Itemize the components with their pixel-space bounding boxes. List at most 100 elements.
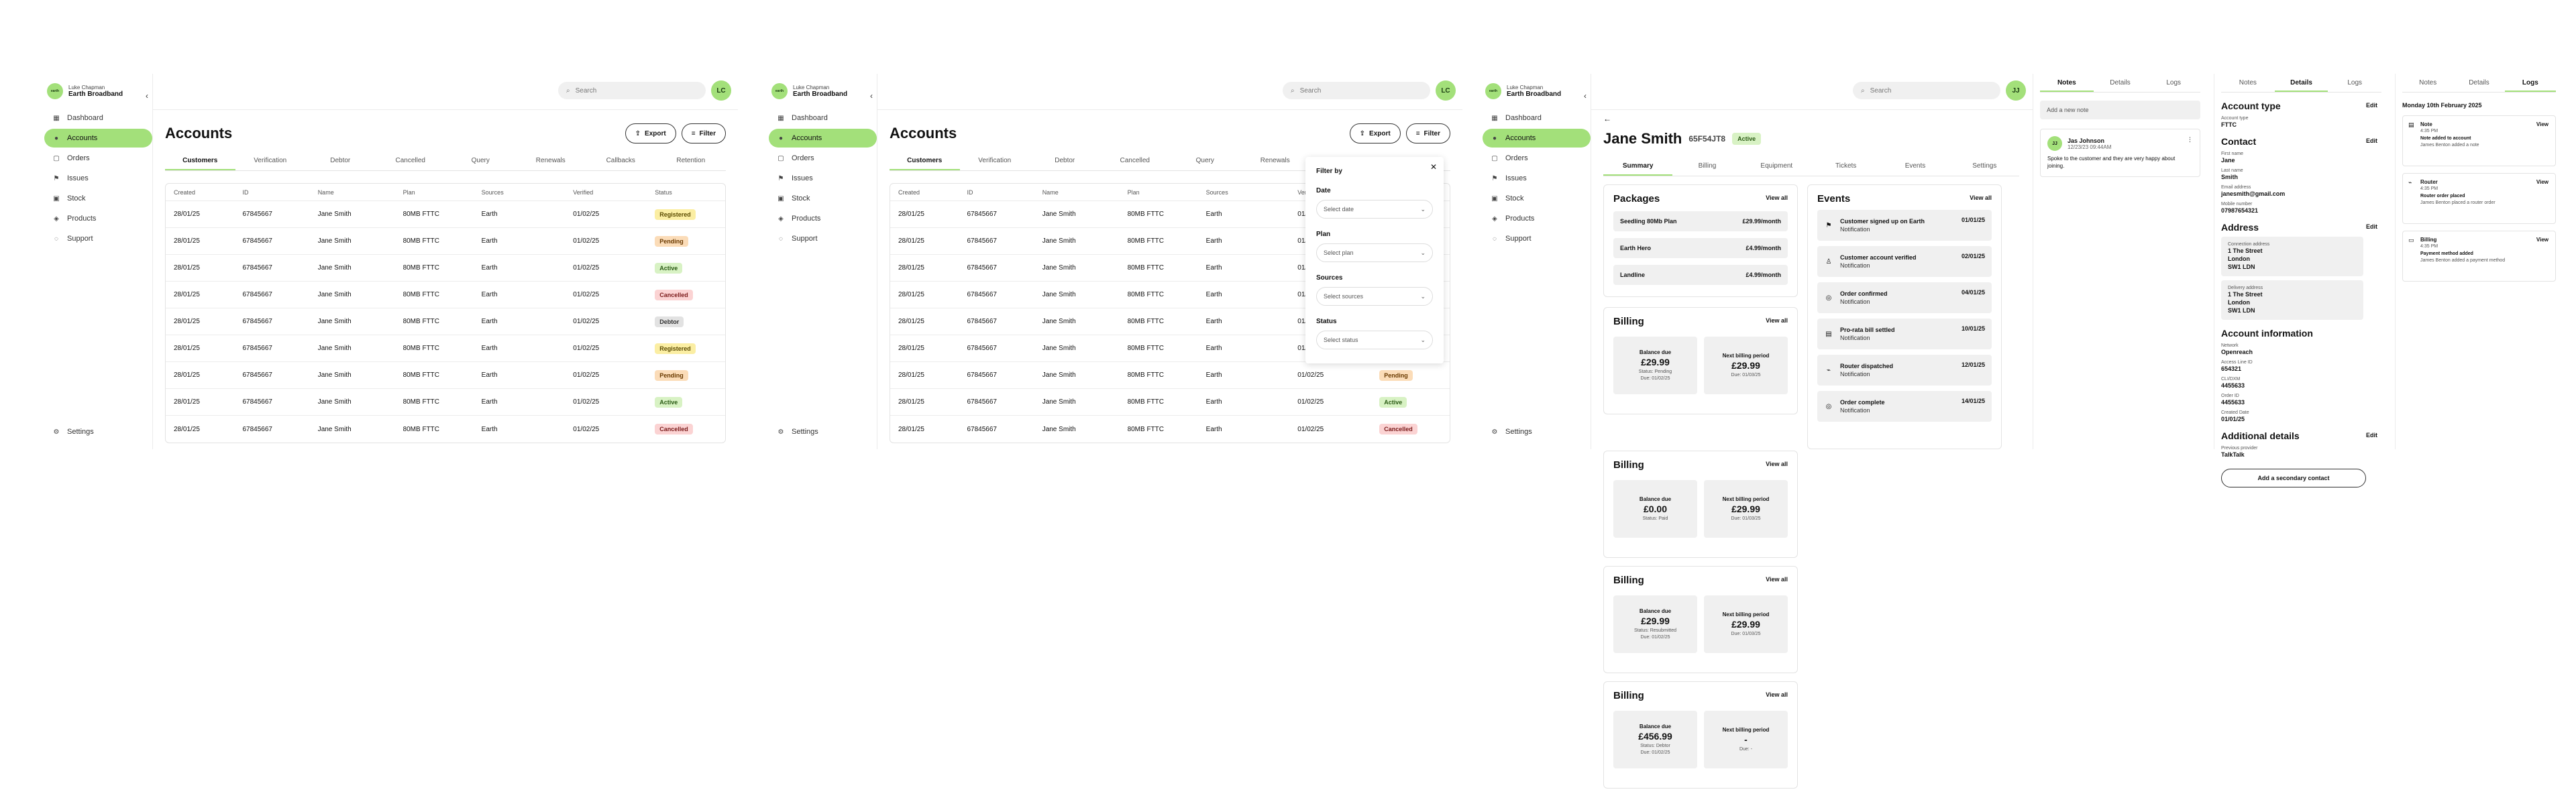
table-row[interactable]: 28/01/25 67845667 Jane Smith 80MB FTTC Earth… — [166, 416, 725, 443]
nav-item-issues[interactable]: ⚑ Issues — [44, 169, 152, 188]
table-row[interactable]: 28/01/25 67845667 Jane Smith 80MB FTTC Earth… — [166, 228, 725, 255]
tab-equipment[interactable]: Equipment — [1742, 157, 1811, 176]
tab-settings[interactable]: Settings — [1950, 157, 2019, 176]
tab-logs[interactable]: Logs — [2504, 74, 2556, 92]
edit-button[interactable]: Edit — [2366, 102, 2377, 109]
view-all-link[interactable]: View all — [1766, 461, 1788, 467]
nav-item-stock[interactable]: ▣ Stock — [1483, 189, 1591, 208]
new-note-input[interactable]: Add a new note — [2040, 101, 2200, 119]
column-header[interactable]: Name — [318, 189, 403, 196]
table-row[interactable]: 28/01/25 67845667 Jane Smith 80MB FTTC Earth… — [166, 335, 725, 362]
tab-cancelled[interactable]: Cancelled — [376, 152, 446, 170]
filter-button[interactable]: ≡ Filter — [1405, 123, 1450, 143]
tab-query[interactable]: Query — [1170, 152, 1240, 170]
column-header[interactable]: Verified — [573, 189, 655, 196]
nav-item-orders[interactable]: ▢ Orders — [1483, 149, 1591, 168]
tab-callbacks[interactable]: Callbacks — [586, 152, 656, 170]
nav-item-support[interactable]: ◌ Support — [769, 229, 877, 248]
nav-item-products[interactable]: ◈ Products — [769, 209, 877, 228]
table-row[interactable]: 28/01/25 67845667 Jane Smith 80MB FTTC Earth… — [166, 255, 725, 282]
nav-item-accounts[interactable]: ● Accounts — [44, 129, 152, 148]
nav-item-stock[interactable]: ▣ Stock — [769, 189, 877, 208]
view-all-link[interactable]: View all — [1970, 194, 1992, 201]
tab-details[interactable]: Details — [2453, 74, 2504, 92]
search-input[interactable]: ⌕ Search — [558, 82, 706, 99]
edit-button[interactable]: Edit — [2366, 223, 2377, 230]
nav-item-support[interactable]: ◌ Support — [1483, 229, 1591, 248]
more-vertical-icon[interactable]: ⋮ — [2187, 136, 2193, 143]
export-button[interactable]: ⇪ Export — [1349, 123, 1401, 143]
nav-item-issues[interactable]: ⚑ Issues — [769, 169, 877, 188]
tab-customers[interactable]: Customers — [165, 152, 235, 170]
close-icon[interactable]: ✕ — [1430, 162, 1437, 172]
tab-notes[interactable]: Notes — [2221, 74, 2275, 92]
view-all-link[interactable]: View all — [1766, 691, 1788, 698]
tab-customers[interactable]: Customers — [890, 152, 960, 170]
tab-renewals[interactable]: Renewals — [516, 152, 586, 170]
edit-button[interactable]: Edit — [2366, 137, 2377, 144]
table-row[interactable]: 28/01/25 67845667 Jane Smith 80MB FTTC Earth… — [890, 362, 1450, 389]
nav-item-settings[interactable]: ⚙ Settings — [1483, 422, 1591, 441]
nav-item-settings[interactable]: ⚙ Settings — [769, 422, 877, 441]
column-header[interactable]: Plan — [1128, 189, 1206, 196]
tab-logs[interactable]: Logs — [2147, 74, 2200, 92]
status-select[interactable]: Select status ⌄ — [1316, 331, 1433, 349]
nav-item-dashboard[interactable]: ▦ Dashboard — [769, 109, 877, 127]
column-header[interactable]: Sources — [1206, 189, 1298, 196]
tab-summary[interactable]: Summary — [1603, 157, 1673, 176]
column-header[interactable]: Status — [655, 189, 717, 196]
tab-renewals[interactable]: Renewals — [1240, 152, 1311, 170]
sources-select[interactable]: Select sources ⌄ — [1316, 287, 1433, 306]
column-header[interactable]: Created — [898, 189, 967, 196]
back-arrow-icon[interactable]: ← — [1603, 114, 2019, 123]
avatar[interactable]: LC — [1436, 80, 1456, 101]
search-input[interactable]: ⌕ Search — [1283, 82, 1430, 99]
collapse-sidebar-icon[interactable]: ‹ — [1584, 91, 1587, 101]
nav-item-accounts[interactable]: ● Accounts — [769, 129, 877, 148]
search-input[interactable]: ⌕ Search — [1853, 82, 2000, 99]
nav-item-dashboard[interactable]: ▦ Dashboard — [44, 109, 152, 127]
tab-debtor[interactable]: Debtor — [1030, 152, 1100, 170]
column-header[interactable]: Name — [1042, 189, 1128, 196]
nav-item-stock[interactable]: ▣ Stock — [44, 189, 152, 208]
table-row[interactable]: 28/01/25 67845667 Jane Smith 80MB FTTC Earth… — [166, 282, 725, 308]
tab-events[interactable]: Events — [1880, 157, 1949, 176]
tab-query[interactable]: Query — [445, 152, 516, 170]
column-header[interactable]: Sources — [482, 189, 574, 196]
tab-verification[interactable]: Verification — [960, 152, 1030, 170]
tab-logs[interactable]: Logs — [2328, 74, 2381, 92]
nav-item-settings[interactable]: ⚙ Settings — [44, 422, 152, 441]
nav-item-orders[interactable]: ▢ Orders — [44, 149, 152, 168]
nav-item-products[interactable]: ◈ Products — [44, 209, 152, 228]
tab-notes[interactable]: Notes — [2040, 74, 2094, 92]
export-button[interactable]: ⇪ Export — [625, 123, 676, 143]
avatar[interactable]: JJ — [2006, 80, 2026, 101]
view-button[interactable]: View — [2536, 179, 2548, 185]
view-all-link[interactable]: View all — [1766, 194, 1788, 201]
collapse-sidebar-icon[interactable]: ‹ — [870, 91, 873, 101]
filter-button[interactable]: ≡ Filter — [681, 123, 726, 143]
edit-button[interactable]: Edit — [2366, 432, 2377, 439]
view-all-link[interactable]: View all — [1766, 317, 1788, 324]
tab-details[interactable]: Details — [2274, 74, 2328, 92]
tab-tickets[interactable]: Tickets — [1811, 157, 1880, 176]
nav-item-dashboard[interactable]: ▦ Dashboard — [1483, 109, 1591, 127]
column-header[interactable]: Created — [174, 189, 242, 196]
table-row[interactable]: 28/01/25 67845667 Jane Smith 80MB FTTC Earth… — [890, 416, 1450, 443]
tab-cancelled[interactable]: Cancelled — [1100, 152, 1171, 170]
column-header[interactable]: ID — [242, 189, 317, 196]
column-header[interactable]: ID — [967, 189, 1042, 196]
table-row[interactable]: 28/01/25 67845667 Jane Smith 80MB FTTC Earth… — [166, 389, 725, 416]
table-row[interactable]: 28/01/25 67845667 Jane Smith 80MB FTTC Earth… — [890, 389, 1450, 416]
view-button[interactable]: View — [2536, 121, 2548, 127]
table-row[interactable]: 28/01/25 67845667 Jane Smith 80MB FTTC Earth… — [166, 362, 725, 389]
add-secondary-contact-button[interactable]: Add a secondary contact — [2221, 469, 2366, 487]
table-row[interactable]: 28/01/25 67845667 Jane Smith 80MB FTTC Earth… — [166, 308, 725, 335]
collapse-sidebar-icon[interactable]: ‹ — [146, 91, 148, 101]
column-header[interactable]: Plan — [403, 189, 482, 196]
avatar[interactable]: LC — [711, 80, 731, 101]
nav-item-accounts[interactable]: ● Accounts — [1483, 129, 1591, 148]
tab-details[interactable]: Details — [2094, 74, 2147, 92]
tab-debtor[interactable]: Debtor — [305, 152, 376, 170]
view-button[interactable]: View — [2536, 237, 2548, 243]
